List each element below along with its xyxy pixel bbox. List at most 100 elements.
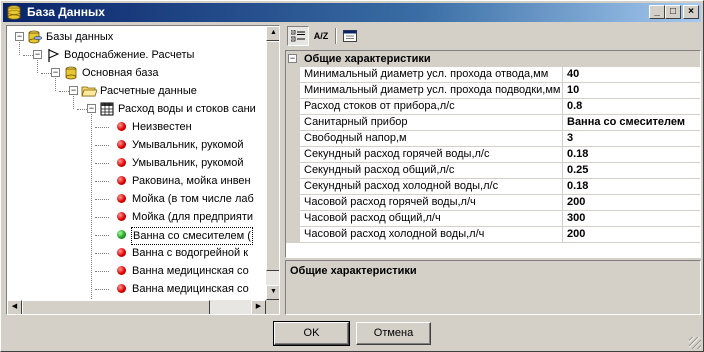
property-name: Свободный напор,м (300, 131, 563, 147)
tree-vertical-scrollbar[interactable]: ▲ ▼ (266, 26, 279, 300)
minimize-button[interactable]: _ (649, 5, 665, 19)
category-row[interactable]: − Общие характеристики (286, 51, 700, 67)
collapse-node-icon[interactable]: − (87, 104, 96, 113)
database-tree[interactable]: − Базы данных − Водоснабжение. Расчеты − Осно… (6, 25, 280, 315)
red-dot-icon (117, 140, 126, 149)
green-dot-icon (117, 230, 126, 239)
property-value[interactable]: 200 (563, 195, 700, 211)
property-value[interactable]: 10 (563, 83, 700, 99)
tree-connector (95, 199, 109, 200)
property-row[interactable]: Секундный расход холодной воды,л/с 0.18 (286, 179, 700, 195)
tree-node[interactable]: Раковина, мойка инвен (7, 172, 266, 190)
tree-node[interactable]: Умывальник, рукомой (7, 136, 266, 154)
tree-connector (95, 289, 109, 290)
tree-node-label: Умывальник, рукомой (132, 157, 244, 169)
tree-node[interactable]: Ванна медицинская со (7, 262, 266, 280)
property-row[interactable]: Санитарный прибор Ванна со смесителем (286, 115, 700, 131)
tree-node[interactable]: Неизвестен (7, 118, 266, 136)
property-name: Минимальный диаметр усл. прохода подводк… (300, 83, 563, 99)
tree-node[interactable]: Ванна медицинская со (7, 280, 266, 298)
property-value[interactable]: 40 (563, 67, 700, 83)
row-gutter (286, 179, 300, 195)
scroll-right-button[interactable]: ▶ (251, 300, 266, 314)
alphabetical-icon: A/Z (313, 31, 329, 41)
collapse-node-icon[interactable]: − (69, 86, 78, 95)
tree-node[interactable]: − Расчетные данные (7, 82, 266, 100)
tree-node[interactable]: Ванна с водогрейной к (7, 244, 266, 262)
property-name: Часовой расход холодной воды,л/ч (300, 227, 563, 243)
scroll-thumb-horizontal[interactable] (22, 300, 210, 314)
property-name: Секундный расход холодной воды,л/с (300, 179, 563, 195)
tree-node[interactable]: − Водоснабжение. Расчеты (7, 46, 266, 64)
close-button[interactable]: × (683, 5, 699, 19)
property-row[interactable]: Минимальный диаметр усл. прохода подводк… (286, 83, 700, 99)
tree-node[interactable]: Мойка (для предприяти (7, 208, 266, 226)
property-row[interactable]: Часовой расход общий,л/ч 300 (286, 211, 700, 227)
collapse-category-icon[interactable]: − (288, 54, 297, 63)
property-row[interactable]: Минимальный диаметр усл. прохода отвода,… (286, 67, 700, 83)
collapse-node-icon[interactable]: − (15, 32, 24, 41)
scroll-up-button[interactable]: ▲ (266, 26, 279, 41)
title-bar[interactable]: База Данных _ □ × (3, 3, 701, 22)
property-name: Часовой расход общий,л/ч (300, 211, 563, 227)
property-row[interactable]: Часовой расход горячей воды,л/ч 200 (286, 195, 700, 211)
property-value[interactable]: Ванна со смесителем (563, 115, 700, 131)
tree-node-label: Водоснабжение. Расчеты (64, 49, 195, 61)
property-value[interactable]: 200 (563, 227, 700, 243)
row-gutter (286, 99, 300, 115)
tree-node[interactable]: Мойка (в том числе лаб (7, 190, 266, 208)
toolbar-separator (335, 28, 337, 44)
flag-icon (45, 47, 61, 63)
collapse-node-icon[interactable]: − (51, 68, 60, 77)
tree-node[interactable]: − Расход воды и стоков сани (7, 100, 266, 118)
resize-grip[interactable] (689, 337, 701, 349)
tree-node-label: Ванна медицинская со (132, 265, 249, 277)
property-row[interactable]: Секундный расход общий,л/с 0.25 (286, 163, 700, 179)
property-name: Расход стоков от прибора,л/с (300, 99, 563, 115)
property-name: Секундный расход горячей воды,л/с (300, 147, 563, 163)
property-value[interactable]: 0.25 (563, 163, 700, 179)
property-value[interactable]: 0.8 (563, 99, 700, 115)
ok-button[interactable]: OK (273, 321, 350, 346)
alphabetical-button[interactable]: A/Z (310, 26, 332, 46)
red-dot-icon (117, 176, 126, 185)
property-value[interactable]: 0.18 (563, 179, 700, 195)
tree-node[interactable]: − Основная база (7, 64, 266, 82)
property-value[interactable]: 0.18 (563, 147, 700, 163)
tree-node[interactable]: − Базы данных (7, 28, 266, 46)
red-dot-icon (117, 284, 126, 293)
tree-node[interactable]: Умывальник, рукомой (7, 154, 266, 172)
scroll-left-button[interactable]: ◀ (7, 300, 22, 314)
categorized-button[interactable] (287, 26, 309, 46)
property-row[interactable]: Свободный напор,м 3 (286, 131, 700, 147)
tree-connector (95, 253, 109, 254)
tree-node-label: Ванна со смесителем ( (131, 227, 253, 245)
property-name: Санитарный прибор (300, 115, 563, 131)
property-row[interactable]: Часовой расход холодной воды,л/ч 200 (286, 227, 700, 243)
tree-guide-line (37, 60, 38, 73)
red-dot-icon (117, 248, 126, 257)
property-toolbar: A/Z (285, 25, 701, 47)
row-gutter (286, 83, 300, 99)
row-gutter (286, 147, 300, 163)
property-name: Секундный расход общий,л/с (300, 163, 563, 179)
red-dot-icon (117, 122, 126, 131)
collapse-node-icon[interactable]: − (33, 50, 42, 59)
tree-horizontal-scrollbar[interactable]: ◀ ▶ (7, 300, 266, 314)
property-value[interactable]: 300 (563, 211, 700, 227)
property-value[interactable]: 3 (563, 131, 700, 147)
property-grid[interactable]: − Общие характеристики Минимальный диаме… (285, 50, 701, 258)
cylinder-db-icon (63, 65, 79, 81)
property-row[interactable]: Расход стоков от прибора,л/с 0.8 (286, 99, 700, 115)
description-panel: Общие характеристики (285, 260, 701, 315)
table-icon (99, 101, 115, 117)
scroll-thumb[interactable] (266, 41, 279, 271)
cancel-button[interactable]: Отмена (356, 322, 431, 345)
maximize-button[interactable]: □ (665, 5, 681, 19)
row-gutter (286, 115, 300, 131)
property-row[interactable]: Секундный расход горячей воды,л/с 0.18 (286, 147, 700, 163)
property-pages-button[interactable] (339, 26, 361, 46)
scroll-down-button[interactable]: ▼ (266, 285, 279, 300)
property-name: Часовой расход горячей воды,л/ч (300, 195, 563, 211)
tree-node[interactable]: Ванна со смесителем ( (7, 226, 266, 245)
